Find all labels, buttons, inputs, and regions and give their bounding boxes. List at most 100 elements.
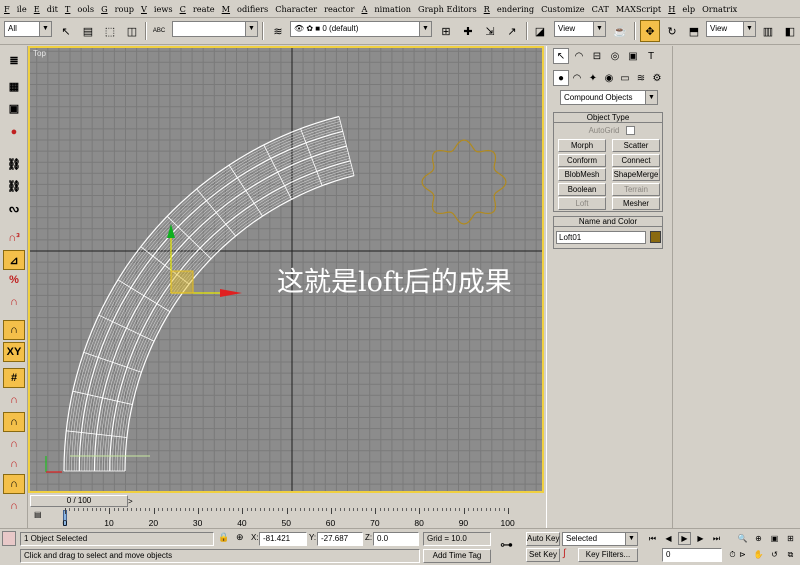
maximize-viewport-icon[interactable]: ⧉ — [784, 548, 797, 561]
constraint-icon[interactable]: ∩ — [3, 320, 25, 340]
menu-item[interactable]: Rendering — [484, 4, 534, 14]
menu-item[interactable]: File — [4, 4, 27, 14]
helpers-icon[interactable]: ▭ — [617, 70, 633, 86]
select-by-name-icon[interactable]: ▤ — [78, 20, 98, 42]
hierarchy-tab-icon[interactable]: ⊟ — [589, 48, 605, 64]
go-to-start-icon[interactable]: ⏮ — [646, 532, 659, 545]
zoom-all-icon[interactable]: ⊕ — [752, 532, 765, 545]
auto-key-button[interactable]: Auto Key — [526, 532, 560, 546]
display-tab-icon[interactable]: ▣ — [625, 48, 641, 64]
grid-snap-icon[interactable]: # — [3, 368, 25, 388]
create-tab-icon[interactable]: ↖ — [553, 48, 569, 64]
next-frame-arrow-icon[interactable]: > — [128, 497, 133, 506]
unlink-icon[interactable]: ⛓ — [3, 176, 25, 196]
space-warps-icon[interactable]: ≋ — [633, 70, 649, 86]
view-dropdown[interactable]: View ▼ — [706, 21, 756, 37]
add-to-layer-icon[interactable]: ✚ — [458, 20, 478, 42]
xy-constraint-icon[interactable]: XY — [3, 342, 25, 362]
menu-item[interactable]: Create — [180, 4, 215, 14]
terrain-button[interactable]: Terrain — [612, 182, 660, 196]
menu-item[interactable]: Help — [668, 4, 695, 14]
geometry-icon[interactable]: ● — [553, 70, 569, 86]
zoom-extents-all-icon[interactable]: ⊞ — [784, 532, 797, 545]
play-icon[interactable]: ▶ — [678, 532, 691, 545]
modify-tab-icon[interactable]: ◠ — [571, 48, 587, 64]
top-viewport[interactable]: Top 这就是loft后的成果 — [28, 46, 544, 493]
absolute-mode-icon[interactable]: ⊕ — [236, 532, 244, 543]
menu-item[interactable]: CAT — [592, 4, 609, 14]
create-layer-icon[interactable]: ⊞ — [436, 20, 456, 42]
motion-tab-icon[interactable]: ◎ — [607, 48, 623, 64]
key-icon[interactable]: ⊶ — [500, 537, 513, 553]
teapot-render-icon[interactable]: ☕ — [610, 20, 630, 42]
morph-button[interactable]: Morph — [558, 139, 606, 152]
loft-button[interactable]: Loft — [558, 197, 606, 210]
layer-manager-icon[interactable]: ≋ — [268, 20, 288, 42]
lights-icon[interactable]: ✦ — [585, 70, 601, 86]
menu-item[interactable]: reactor — [324, 4, 354, 14]
window-crossing-icon[interactable]: ◫ — [122, 20, 142, 42]
select-and-scale-icon[interactable]: ⬒ — [684, 20, 704, 42]
spinner-snap-icon[interactable]: ∩ — [3, 292, 25, 312]
zoom-extents-icon[interactable]: ▣ — [768, 532, 781, 545]
go-to-end-icon[interactable]: ⏭ — [710, 532, 723, 545]
blobmesh-button[interactable]: BlobMesh — [558, 168, 606, 181]
angle-snap-icon[interactable]: ⊿ — [3, 250, 25, 270]
track-bar[interactable]: ▤ 0 10 20 30 40 50 60 70 80 90 100 — [28, 508, 544, 528]
spelling-checker-icon[interactable]: ABC — [149, 20, 169, 42]
named-selection-dropdown[interactable]: ▼ — [172, 21, 258, 37]
maxscript-listener-icon[interactable] — [2, 531, 16, 546]
category-dropdown[interactable]: Compound Objects ▼ — [560, 90, 658, 105]
menu-item[interactable]: Character — [275, 4, 317, 14]
current-frame-field[interactable]: 0 — [662, 548, 722, 562]
schematic-view-icon[interactable]: ▦ — [3, 76, 25, 96]
pan-icon[interactable]: ✋ — [752, 548, 765, 561]
material-balls-icon[interactable]: ● — [3, 122, 25, 142]
menu-item[interactable]: Customize — [541, 4, 585, 14]
z-coordinate-field[interactable]: 0.0 — [373, 532, 419, 546]
mini-curve-editor-icon[interactable]: ▤ — [34, 510, 50, 520]
select-and-move-icon[interactable]: ✥ — [640, 20, 660, 42]
key-mode-dropdown[interactable]: Selected ▼ — [562, 532, 638, 546]
connect-button[interactable]: Connect — [612, 153, 660, 167]
pivot-snap-icon[interactable]: ∩ — [3, 390, 25, 410]
shapes-icon[interactable]: ◠ — [569, 70, 585, 86]
mesher-button[interactable]: Mesher — [612, 197, 660, 210]
scatter-button[interactable]: Scatter — [612, 139, 660, 152]
midpoint-snap-icon[interactable]: ∩ — [3, 496, 25, 516]
object-type-rollout-title[interactable]: Object Type — [553, 112, 663, 123]
curve-editor-icon[interactable]: ◪ — [530, 20, 550, 42]
field-of-view-icon[interactable]: ⊳ — [736, 548, 749, 561]
viewport-label[interactable]: Top — [33, 49, 46, 58]
vertex-snap-icon[interactable]: ∩ — [3, 412, 25, 432]
conform-button[interactable]: Conform — [558, 153, 606, 167]
menu-item[interactable]: Modifiers — [222, 4, 269, 14]
shapemerge-button[interactable]: ShapeMerge — [612, 168, 660, 181]
boolean-button[interactable]: Boolean — [558, 182, 606, 196]
layer-stack-icon[interactable]: ≣ — [3, 50, 25, 70]
systems-icon[interactable]: ⚙ — [649, 70, 665, 86]
menu-item[interactable]: MAXScript — [616, 4, 661, 14]
rectangular-selection-icon[interactable]: ⬚ — [100, 20, 120, 42]
select-and-rotate-icon[interactable]: ↻ — [662, 20, 682, 42]
selection-filter-dropdown[interactable]: All ▼ — [4, 21, 52, 37]
arc-rotate-icon[interactable]: ↺ — [768, 548, 781, 561]
layer-dropdown[interactable]: 👁 ✿ ■ 0 (default) ▼ — [290, 21, 432, 37]
menu-item[interactable]: Ornatrix — [702, 4, 737, 14]
name-color-rollout-title[interactable]: Name and Color — [553, 216, 663, 227]
snap-3d-icon[interactable]: ∩³ — [3, 228, 25, 248]
utilities-tab-icon[interactable]: T — [643, 48, 659, 64]
set-key-button[interactable]: Set Key — [526, 548, 560, 562]
x-coordinate-field[interactable]: -81.421 — [259, 532, 307, 546]
zoom-icon[interactable]: 🔍 — [736, 532, 749, 545]
add-time-tag-button[interactable]: Add Time Tag — [423, 549, 491, 563]
menu-item[interactable]: Graph Editors — [418, 4, 477, 14]
select-in-layer-icon[interactable]: ⇲ — [480, 20, 500, 42]
set-current-layer-icon[interactable]: ↗ — [502, 20, 522, 42]
y-coordinate-field[interactable]: -27.687 — [317, 532, 363, 546]
object-name-field[interactable]: Loft01 — [556, 231, 646, 244]
lock-selection-icon[interactable]: 🔒 — [218, 532, 229, 543]
menu-item[interactable]: Views — [141, 4, 173, 14]
key-filters-button[interactable]: Key Filters... — [578, 548, 638, 562]
track-view-icon[interactable]: ▣ — [3, 98, 25, 118]
